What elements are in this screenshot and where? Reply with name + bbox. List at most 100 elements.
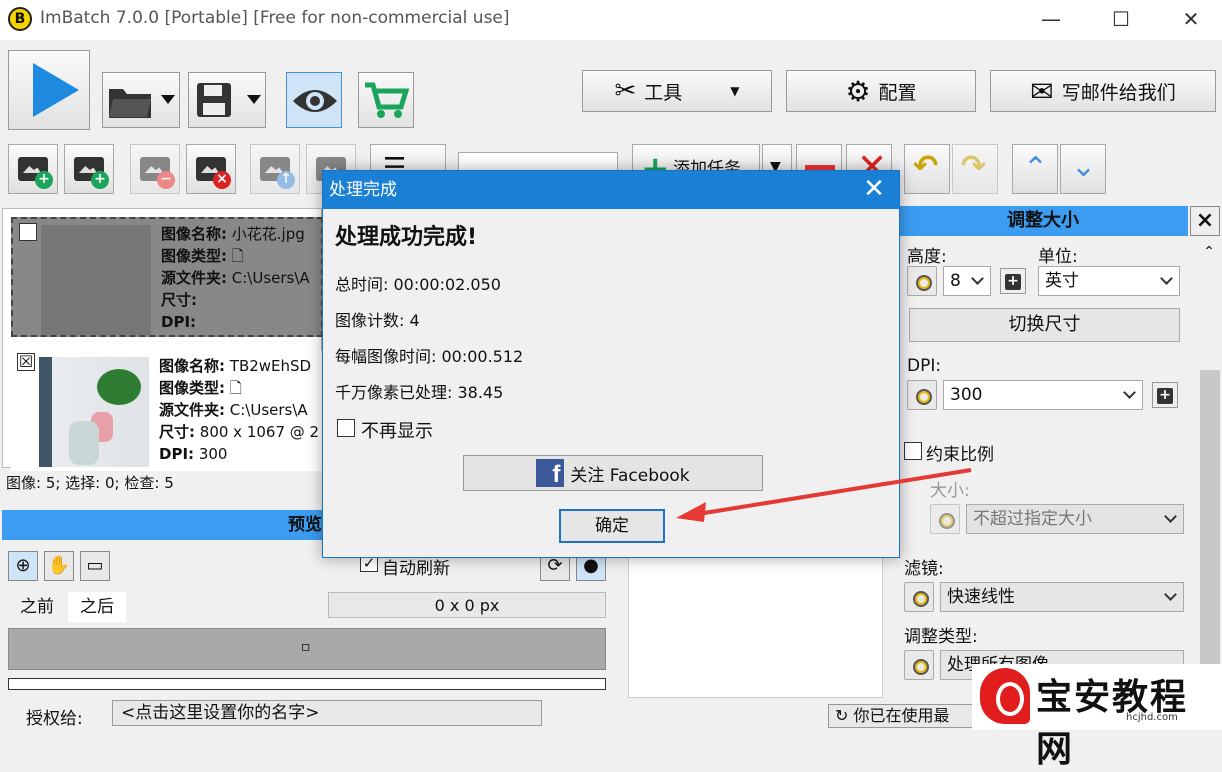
close-window-button[interactable]: ✕ — [1156, 0, 1222, 40]
window-title: ImBatch 7.0.0 [Portable] [Free for non-c… — [40, 8, 510, 28]
maximize-button[interactable]: ☐ — [1086, 0, 1156, 40]
unit-label: 单位: — [1038, 247, 1078, 267]
dpi-label: DPI: — [159, 445, 195, 463]
image-list: 图像名称: 小花花.jpg 图像类型: 🗋 源文件夹: C:\Users\A 尺… — [2, 208, 323, 471]
chevron-down-icon — [1164, 588, 1177, 601]
mail-us-button[interactable]: ✉ 写邮件给我们 — [990, 70, 1216, 112]
config-button[interactable]: ⚙ 配置 — [786, 70, 976, 112]
run-button[interactable] — [8, 50, 90, 130]
per-image-time: 每幅图像时间: 00:00.512 — [335, 347, 524, 366]
update-status[interactable]: ↻ 你已在使用最 — [828, 704, 978, 728]
size-value: 不超过指定大小 — [973, 509, 1092, 529]
add-folder-button[interactable]: + — [64, 144, 114, 194]
item-checkbox[interactable] — [19, 223, 37, 241]
item-checkbox[interactable]: ☒ — [17, 353, 35, 371]
watermark-url: hcjhd.com — [1126, 712, 1178, 723]
clear-images-button[interactable]: × — [186, 144, 236, 194]
preview-progress — [8, 678, 606, 690]
folder-label: 源文件夹: — [159, 401, 225, 419]
scrollbar-thumb[interactable] — [1200, 370, 1220, 700]
preview-title: 预览 — [288, 515, 322, 535]
dpi-label: DPI: — [907, 356, 942, 376]
image-thumbnail — [41, 225, 151, 335]
ok-button[interactable]: 确定 — [559, 509, 665, 543]
minus-icon: − — [157, 171, 175, 189]
folder-value: C:\Users\A — [229, 401, 308, 419]
task-up-button[interactable]: ⌃ — [1012, 144, 1058, 194]
folder-value: C:\Users\A — [231, 269, 310, 287]
filter-select[interactable]: 快速线性 — [940, 582, 1184, 612]
gear-icon: ⚙ — [845, 74, 871, 108]
size-select[interactable]: 不超过指定大小 — [966, 504, 1184, 534]
dont-show-checkbox[interactable] — [337, 419, 355, 437]
file-icon: 🗋 — [229, 379, 242, 397]
config-label: 配置 — [878, 81, 917, 104]
tools-dropdown[interactable]: ✂ 工具 ▼ — [582, 70, 772, 112]
reset-adjust-type-icon[interactable] — [904, 650, 934, 680]
swap-size-button[interactable]: 切换尺寸 — [909, 308, 1180, 342]
chevron-down-icon[interactable] — [161, 95, 175, 104]
size-value: 800 x 1067 @ 2 — [199, 423, 320, 441]
height-label: 高度: — [907, 247, 947, 267]
plus-icon: + — [91, 171, 109, 189]
item-info: 图像名称: 小花花.jpg 图像类型: 🗋 源文件夹: C:\Users\A 尺… — [161, 223, 325, 333]
save-button[interactable] — [188, 72, 266, 128]
task-down-button[interactable]: ⌄ — [1060, 144, 1106, 194]
unit-value: 英寸 — [1045, 271, 1079, 291]
dialog-close-icon[interactable]: ✕ — [859, 175, 889, 205]
open-folder-button[interactable] — [102, 72, 180, 128]
scroll-up-icon[interactable]: ⌃ — [1198, 244, 1220, 266]
x-icon: × — [213, 171, 231, 189]
name-label: 图像名称: — [161, 225, 227, 243]
chevron-down-icon: ▼ — [730, 84, 740, 98]
envelope-icon: ✉ — [1030, 74, 1054, 108]
annotation-arrow-icon — [676, 468, 972, 522]
license-name-field[interactable]: <点击这里设置你的名字> — [112, 700, 542, 726]
hand-icon[interactable]: ✋ — [44, 551, 74, 581]
add-dpi-button[interactable]: + — [1152, 382, 1178, 408]
shop-button[interactable] — [358, 72, 414, 128]
close-panel-icon[interactable]: × — [1190, 206, 1220, 236]
tab-before[interactable]: 之前 — [8, 592, 66, 622]
zoom-icon[interactable]: ⊕ — [8, 551, 38, 581]
list-status: 图像: 5; 选择: 0; 检查: 5 — [6, 474, 174, 492]
height-select[interactable]: 8 — [943, 266, 991, 296]
undo-icon: ↶ — [913, 149, 939, 184]
keep-ratio-checkbox[interactable] — [904, 442, 922, 460]
filter-value: 快速线性 — [947, 587, 1015, 607]
file-icon: 🗋 — [231, 247, 244, 265]
undo-button[interactable]: ↶ — [904, 144, 950, 194]
tab-after[interactable]: 之后 — [68, 592, 126, 622]
chevron-down-icon — [1164, 510, 1177, 523]
chevron-down-icon: ⌄ — [1071, 149, 1097, 184]
fit-icon[interactable]: ▭ — [80, 551, 110, 581]
unit-select[interactable]: 英寸 — [1038, 266, 1180, 296]
wrench-icon: ✂ — [614, 76, 637, 106]
reset-filter-icon[interactable] — [904, 582, 934, 612]
redo-button[interactable]: ↷ — [952, 144, 998, 194]
dpi-select[interactable]: 300 — [943, 380, 1143, 410]
list-item[interactable]: 图像名称: 小花花.jpg 图像类型: 🗋 源文件夹: C:\Users\A 尺… — [11, 217, 323, 337]
arrow-up-icon: ↑ — [277, 171, 295, 189]
license-label: 授权给: — [26, 709, 83, 729]
add-image-button[interactable]: + — [8, 144, 58, 194]
dialog-heading: 处理成功完成! — [335, 225, 478, 250]
resize-panel-header: 调整大小 — [898, 206, 1188, 236]
preview-toggle-button[interactable] — [286, 72, 342, 128]
chevron-down-icon — [1160, 272, 1173, 285]
item-info: 图像名称: TB2wEhSD 图像类型: 🗋 源文件夹: C:\Users\A … — [159, 355, 323, 465]
dpi-value: 300 — [950, 385, 983, 405]
remove-image-button[interactable]: − — [130, 144, 180, 194]
minimize-button[interactable]: — — [1016, 0, 1086, 40]
add-height-button[interactable]: + — [1000, 268, 1026, 294]
reset-height-icon[interactable] — [907, 266, 937, 296]
reset-dpi-icon[interactable] — [907, 380, 937, 410]
move-up-image-button[interactable]: ↑ — [250, 144, 300, 194]
tools-label: 工具 — [644, 81, 683, 104]
preview-size-readout: 0 x 0 px — [328, 592, 606, 618]
folder-label: 源文件夹: — [161, 269, 227, 287]
chevron-down-icon[interactable] — [247, 95, 261, 104]
app-logo-icon: B — [8, 7, 32, 31]
list-item[interactable]: ☒ 图像名称: TB2wEhSD 图像类型: 🗋 源文件夹: C:\Users\… — [11, 351, 323, 471]
eye-icon — [293, 90, 337, 112]
